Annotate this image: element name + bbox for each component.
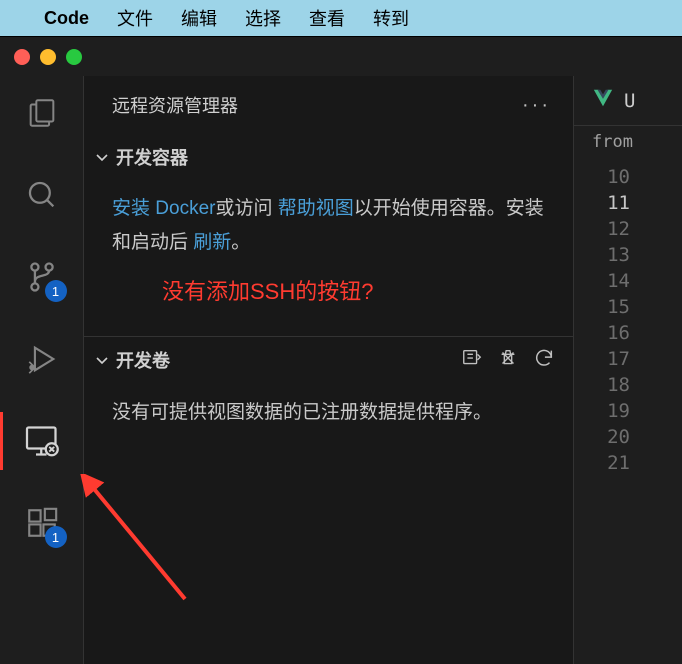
activity-source-control[interactable]: 1: [23, 258, 61, 296]
section-actions: [461, 347, 555, 374]
section-dev-volumes-body: 没有可提供视图数据的已注册数据提供程序。: [84, 386, 573, 454]
line-number: 11: [574, 192, 644, 214]
vue-file-icon: [592, 87, 614, 115]
editor-breadcrumb[interactable]: from: [574, 126, 682, 158]
menubar-view[interactable]: 查看: [309, 5, 345, 31]
activity-run-debug[interactable]: [23, 340, 61, 378]
editor-tab[interactable]: U: [574, 76, 682, 126]
extensions-badge: 1: [45, 526, 67, 548]
menubar-edit[interactable]: 编辑: [181, 5, 217, 31]
line-number: 14: [574, 270, 644, 292]
editor-line[interactable]: 12: [574, 216, 682, 242]
window-minimize-button[interactable]: [40, 49, 56, 65]
help-view-link[interactable]: 帮助视图: [278, 198, 354, 219]
editor-line[interactable]: 14: [574, 268, 682, 294]
editor-line[interactable]: 15: [574, 294, 682, 320]
menubar-app-name[interactable]: Code: [44, 8, 89, 29]
editor-area: U from 10 11 12 13 14 15 16 17 18 19 20 21: [574, 76, 682, 664]
body-text-1: 或访问: [215, 198, 277, 219]
menubar-file[interactable]: 文件: [117, 5, 153, 31]
sidebar-title: 远程资源管理器: [112, 92, 238, 118]
refresh-icon[interactable]: [533, 347, 555, 374]
line-number: 13: [574, 244, 644, 266]
scm-badge: 1: [45, 280, 67, 302]
editor-line[interactable]: 19: [574, 398, 682, 424]
editor-line[interactable]: 21: [574, 450, 682, 476]
line-number: 18: [574, 374, 644, 396]
line-number: 20: [574, 426, 644, 448]
section-dev-containers-header[interactable]: 开发容器: [84, 134, 573, 182]
user-annotation-text: 没有添加SSH的按钮?: [112, 260, 545, 312]
sidebar-more-button[interactable]: ···: [522, 94, 551, 117]
line-number: 21: [574, 452, 644, 474]
section-dev-volumes-header[interactable]: 开发卷: [84, 337, 573, 386]
breadcrumb-text: from: [592, 132, 633, 152]
clear-icon[interactable]: [497, 347, 519, 374]
window-close-button[interactable]: [14, 49, 30, 65]
activity-remote-explorer[interactable]: [23, 422, 61, 460]
section-dev-containers-title: 开发容器: [116, 144, 188, 170]
section-dev-volumes-title: 开发卷: [116, 347, 170, 373]
activity-extensions[interactable]: 1: [23, 504, 61, 542]
editor-line[interactable]: 20: [574, 424, 682, 450]
clone-repo-icon[interactable]: [461, 347, 483, 374]
activity-search[interactable]: [23, 176, 61, 214]
macos-menubar: Code 文件 编辑 选择 查看 转到: [0, 0, 682, 36]
sidebar-panel: 远程资源管理器 ··· 开发容器 安装 Docker或访问 帮助视图以开始使用容…: [84, 76, 574, 664]
dev-volumes-empty-text: 没有可提供视图数据的已注册数据提供程序。: [112, 402, 492, 423]
window-maximize-button[interactable]: [66, 49, 82, 65]
line-number: 10: [574, 166, 644, 188]
refresh-link[interactable]: 刷新: [193, 232, 231, 253]
line-number: 17: [574, 348, 644, 370]
section-dev-containers-body: 安装 Docker或访问 帮助视图以开始使用容器。安装和启动后 刷新。 没有添加…: [84, 182, 573, 336]
menubar-go[interactable]: 转到: [373, 5, 409, 31]
editor-line[interactable]: 13: [574, 242, 682, 268]
line-number: 12: [574, 218, 644, 240]
menubar-selection[interactable]: 选择: [245, 5, 281, 31]
sidebar-header: 远程资源管理器 ···: [84, 76, 573, 134]
editor-line[interactable]: 16: [574, 320, 682, 346]
editor-content[interactable]: 10 11 12 13 14 15 16 17 18 19 20 21: [574, 158, 682, 482]
activity-bar: 1 1: [0, 76, 84, 664]
window-titlebar: [0, 36, 682, 76]
editor-line[interactable]: 17: [574, 346, 682, 372]
editor-line[interactable]: 18: [574, 372, 682, 398]
editor-line[interactable]: 10: [574, 164, 682, 190]
chevron-down-icon: [94, 352, 110, 368]
tab-label: U: [624, 90, 635, 112]
body-text-3: 。: [231, 232, 250, 253]
line-number: 16: [574, 322, 644, 344]
line-number: 19: [574, 400, 644, 422]
activity-explorer[interactable]: [23, 94, 61, 132]
chevron-down-icon: [94, 149, 110, 165]
main-area: 1 1 远程资源管理器 ··· 开发容器 安装 Docker或访问 帮助视图以开…: [0, 76, 682, 664]
install-docker-link[interactable]: 安装 Docker: [112, 198, 215, 219]
line-number: 15: [574, 296, 644, 318]
editor-line[interactable]: 11: [574, 190, 682, 216]
